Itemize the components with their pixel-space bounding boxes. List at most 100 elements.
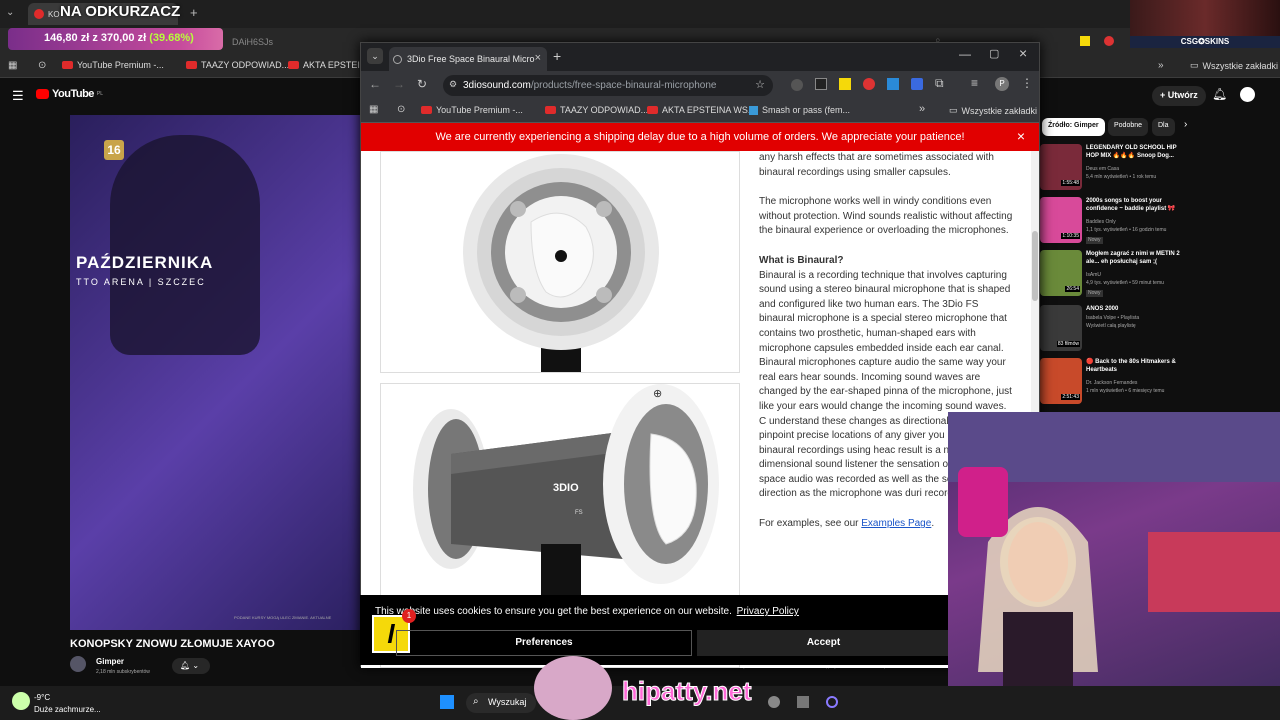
bookmark-circle-icon[interactable]: ⊙	[38, 60, 46, 71]
bookmark-star-icon[interactable]: ☆	[755, 78, 765, 91]
new-tab-icon[interactable]: +	[190, 5, 198, 20]
bg-bookmark-0[interactable]: YouTube Premium -...	[62, 60, 164, 70]
recommended-video[interactable]: 1:55:48 LEGENDARY OLD SCHOOL HIP HOP MIX…	[1040, 144, 1190, 194]
recommended-video[interactable]: 26:54 Mogłem zagrać z nimi w METIN 2 ale…	[1040, 250, 1190, 300]
extension-icon[interactable]	[1080, 36, 1090, 46]
section-heading: What is Binaural?	[759, 254, 844, 266]
video-title: KONOPSKY ZNOWU ZŁOMUJE XAYOO	[70, 638, 275, 650]
donation-goal-amount: 146,80 zł z 370,00 zł	[44, 32, 147, 44]
product-image-front[interactable]	[380, 151, 740, 373]
bookmark-circle-icon[interactable]: ⊙	[397, 104, 405, 115]
notifications-bell-icon[interactable]: 🔔︎	[1212, 87, 1227, 101]
avatar[interactable]	[1240, 87, 1255, 102]
taskbar-app-icon[interactable]	[826, 696, 838, 708]
taskbar-search[interactable]: ⌕ Wyszukaj	[466, 693, 536, 713]
preferences-button[interactable]: Preferences	[396, 630, 692, 656]
accept-button[interactable]: Accept	[697, 630, 950, 656]
channel-avatar[interactable]	[70, 656, 86, 672]
maximize-icon[interactable]: ▢	[989, 47, 999, 60]
recommended-video[interactable]: 1:10:35 2000s songs to boost your confid…	[1040, 197, 1190, 247]
duration-badge: 26:54	[1065, 286, 1080, 292]
filter-chip-similar[interactable]: Podobne	[1108, 118, 1149, 136]
privacy-policy-link[interactable]: Privacy Policy	[737, 606, 799, 617]
subscribe-bell-button[interactable]: 🔔︎ ⌄	[172, 658, 210, 674]
extension-icon[interactable]	[863, 78, 875, 90]
extension-icon[interactable]	[911, 78, 923, 90]
windows-start-icon[interactable]	[440, 695, 454, 709]
close-tab-icon[interactable]: ×	[535, 52, 541, 64]
more-bookmarks-icon[interactable]: »	[1158, 60, 1164, 71]
youtube-favicon-icon	[34, 9, 44, 19]
extension-red-icon[interactable]	[1104, 36, 1114, 46]
donation-goal-title: NA ODKURZACZ	[60, 3, 181, 20]
chat-notification-badge: 1	[402, 609, 416, 623]
recommended-video[interactable]: 2:51:43 🔴 Back to the 80s Hitmakers & He…	[1040, 358, 1190, 406]
webcam-feed	[948, 412, 1280, 720]
taskbar-app-icon[interactable]	[768, 696, 780, 708]
reading-list-icon[interactable]: ≡	[971, 76, 978, 90]
close-banner-icon[interactable]: ×	[1017, 128, 1025, 144]
recommended-title: 2000s songs to boost your confidence ~ b…	[1086, 198, 1176, 212]
extension-icon[interactable]	[815, 78, 827, 90]
hamburger-menu-icon[interactable]: ☰	[12, 88, 24, 104]
chevron-right-icon[interactable]: ›	[1184, 119, 1187, 130]
url-domain: 3diosound.com	[463, 80, 531, 91]
examples-page-link[interactable]: Examples Page	[861, 518, 931, 529]
youtube-icon	[62, 61, 73, 69]
extensions-puzzle-icon[interactable]: ⧉	[935, 76, 944, 91]
recommended-meta: 1,1 tys. wyświetleń • 16 godzin temu	[1086, 227, 1167, 233]
new-tab-icon[interactable]: +	[553, 48, 561, 64]
active-tab[interactable]: 3Dio Free Space Binaural Micro ×	[389, 47, 547, 71]
recommended-playlist[interactable]: 83 filmów ANOS 2000 Isabela Volpe • Play…	[1040, 305, 1190, 355]
apps-grid-icon[interactable]: ▦	[369, 104, 378, 115]
recommended-channel: Deus em Casa	[1086, 166, 1120, 172]
bookmark-1[interactable]: TAAZY ODPOWIAD...	[545, 105, 648, 115]
shipping-delay-banner: We are currently experiencing a shipping…	[361, 123, 1039, 151]
weather-icon[interactable]	[12, 692, 30, 710]
address-bar[interactable]: ⚙︎ 3diosound.com/products/free-space-bin…	[443, 75, 773, 96]
video-player[interactable]: 16 PAŹDZIERNIKA TTO ARENA | SZCZEC PODAN…	[70, 115, 360, 630]
filter-chip-source[interactable]: Źródło: Gimper	[1042, 118, 1105, 136]
zoom-cursor-icon: ⊕	[653, 388, 663, 400]
extension-icon[interactable]	[839, 78, 851, 90]
profile-avatar[interactable]: P	[995, 77, 1009, 91]
tab-bar: ⌄ 3Dio Free Space Binaural Micro × + — ▢…	[361, 43, 1039, 71]
forward-icon[interactable]: →	[393, 77, 405, 91]
apps-grid-icon[interactable]: ▦	[8, 60, 17, 71]
menu-kebab-icon[interactable]: ⋮	[1021, 76, 1033, 90]
all-bookmarks[interactable]: ▭ Wszystkie zakładki	[949, 105, 1037, 116]
reload-icon[interactable]: ↻	[417, 77, 427, 91]
video-count-badge: 83 filmów	[1056, 341, 1080, 347]
channel-name[interactable]: Gimper	[96, 657, 124, 666]
scrollbar-thumb[interactable]	[1032, 231, 1038, 301]
filter-chip-for[interactable]: Dla	[1152, 118, 1175, 136]
bookmark-2[interactable]: AKTA EPSTEINA WS...	[647, 105, 755, 115]
youtube-logo[interactable]: YouTube PL	[36, 88, 103, 100]
close-window-icon[interactable]: ×	[1019, 45, 1027, 61]
bookmark-3[interactable]: Smash or pass (fem...	[749, 105, 850, 115]
recommended-title: LEGENDARY OLD SCHOOL HIP HOP MIX 🔥🔥🔥 Sno…	[1086, 145, 1177, 159]
extension-icon[interactable]	[791, 79, 803, 91]
back-icon[interactable]: ←	[369, 77, 381, 91]
tab-search-chevron-icon[interactable]: ⌄	[367, 48, 383, 64]
create-button[interactable]: + Utwórz	[1152, 86, 1206, 106]
extension-icon[interactable]	[887, 78, 899, 90]
minimize-icon[interactable]: —	[959, 47, 971, 61]
bookmark-0[interactable]: YouTube Premium -...	[421, 105, 523, 115]
search-icon: ⌕	[473, 696, 479, 707]
youtube-icon	[647, 106, 658, 114]
folder-icon: ▭	[1190, 60, 1199, 70]
site-info-icon[interactable]: ⚙︎	[449, 79, 457, 90]
recommended-meta: Wyświetl całą playlistę	[1086, 323, 1136, 329]
recommended-title: 🔴 Back to the 80s Hitmakers & Heartbeats	[1086, 359, 1176, 373]
more-bookmarks-icon[interactable]: »	[919, 103, 925, 115]
video-fine-print: PODANE KURSY MOGĄ ULEC ZMIANIE. AKTUALNE	[234, 615, 332, 620]
tab-list-chevron-icon[interactable]: ⌄	[6, 7, 14, 18]
new-badge: Nowy	[1086, 237, 1103, 244]
plus-icon: +	[1160, 90, 1168, 100]
settings-gear-icon[interactable]	[797, 696, 809, 708]
bg-bookmark-1[interactable]: TAAZY ODPOWIAD...	[186, 60, 289, 70]
streamer-branding: hipatty.net	[534, 654, 764, 720]
bg-all-bookmarks[interactable]: ▭ Wszystkie zakładki	[1190, 60, 1278, 71]
recommended-channel: Dr. Jackson Fernandes	[1086, 380, 1138, 386]
